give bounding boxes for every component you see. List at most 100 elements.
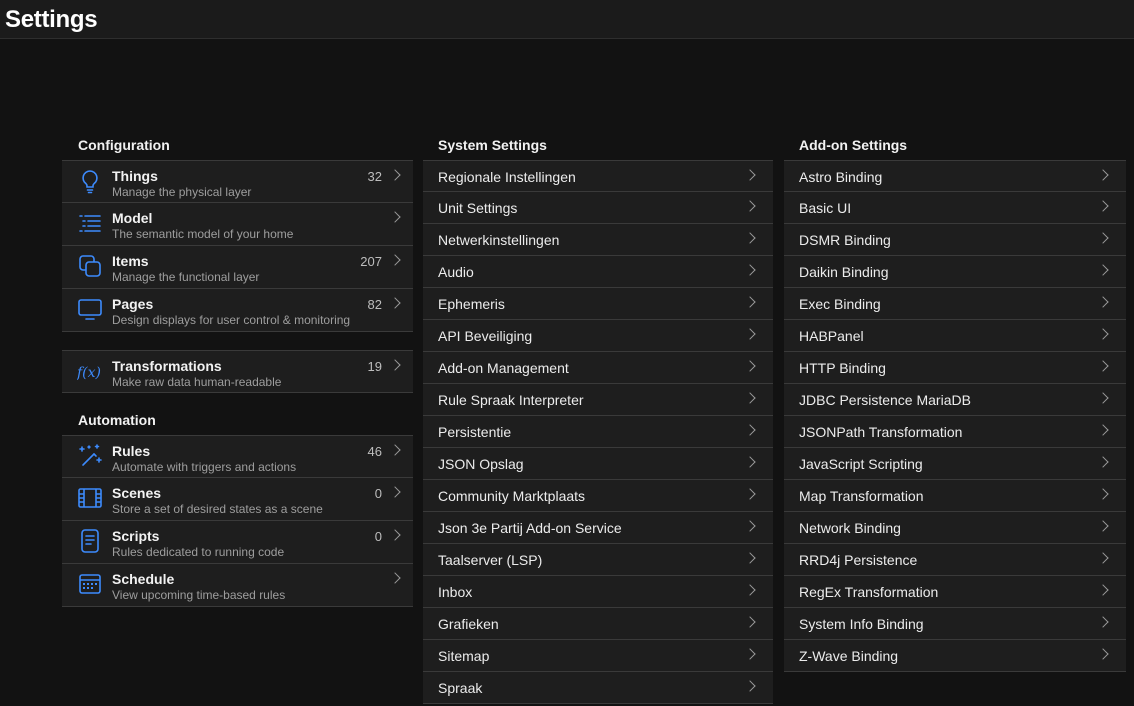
chevron-right-icon bbox=[744, 648, 756, 660]
system-setting-item[interactable]: Ephemeris bbox=[423, 288, 773, 320]
menu-item-items[interactable]: Items Manage the functional layer 207 bbox=[62, 246, 413, 289]
chevron-right-icon bbox=[744, 264, 756, 276]
chevron-right-icon bbox=[1097, 200, 1109, 212]
addon-setting-item[interactable]: HTTP Binding bbox=[784, 352, 1126, 384]
list-item-label: Daikin Binding bbox=[799, 264, 889, 280]
addon-setting-item[interactable]: System Info Binding bbox=[784, 608, 1126, 640]
menu-item-label: Rules bbox=[112, 443, 151, 459]
system-setting-item[interactable]: Taalserver (LSP) bbox=[423, 544, 773, 576]
system-setting-item[interactable]: Regionale Instellingen bbox=[423, 160, 773, 192]
item-count-badge: 32 bbox=[367, 169, 382, 184]
list-item-label: RRD4j Persistence bbox=[799, 552, 918, 568]
list-item-label: Spraak bbox=[438, 680, 483, 696]
square-on-square-icon bbox=[77, 253, 103, 279]
list-item-label: JSONPath Transformation bbox=[799, 424, 963, 440]
menu-item-description: Rules dedicated to running code bbox=[112, 545, 285, 559]
menu-item-description: View upcoming time-based rules bbox=[112, 588, 286, 602]
menu-item-description: Make raw data human-readable bbox=[112, 375, 282, 389]
system-setting-item[interactable]: Add-on Management bbox=[423, 352, 773, 384]
page-title: Settings bbox=[5, 6, 98, 33]
system-setting-item[interactable]: Audio bbox=[423, 256, 773, 288]
addon-setting-item[interactable]: JSONPath Transformation bbox=[784, 416, 1126, 448]
chevron-right-icon bbox=[744, 584, 756, 596]
system-setting-item[interactable]: JSON Opslag bbox=[423, 448, 773, 480]
chevron-right-icon bbox=[744, 456, 756, 468]
chevron-right-icon bbox=[744, 488, 756, 500]
menu-item-description: Manage the functional layer bbox=[112, 270, 260, 284]
system-setting-item[interactable]: API Beveiliging bbox=[423, 320, 773, 352]
chevron-right-icon bbox=[389, 486, 401, 498]
automation-list: Rules Automate with triggers and actions… bbox=[62, 435, 413, 607]
system-setting-item[interactable]: Grafieken bbox=[423, 608, 773, 640]
chevron-right-icon bbox=[1097, 392, 1109, 404]
system-setting-item[interactable]: Rule Spraak Interpreter bbox=[423, 384, 773, 416]
menu-item-label: Schedule bbox=[112, 571, 175, 587]
addon-setting-item[interactable]: JavaScript Scripting bbox=[784, 448, 1126, 480]
addon-setting-item[interactable]: Basic UI bbox=[784, 192, 1126, 224]
title-bar: Settings bbox=[0, 0, 1134, 39]
menu-item-label: Scripts bbox=[112, 528, 160, 544]
chevron-right-icon bbox=[1097, 456, 1109, 468]
list-item-label: Community Marktplaats bbox=[438, 488, 586, 504]
list-item-label: Audio bbox=[438, 264, 474, 280]
lightbulb-icon bbox=[77, 168, 103, 194]
chevron-right-icon bbox=[389, 211, 401, 223]
menu-item-scenes[interactable]: Scenes Store a set of desired states as … bbox=[62, 478, 413, 521]
menu-item-model[interactable]: Model The semantic model of your home bbox=[62, 203, 413, 246]
system-setting-item[interactable]: Persistentie bbox=[423, 416, 773, 448]
system-setting-item[interactable]: Inbox bbox=[423, 576, 773, 608]
chevron-right-icon bbox=[1097, 264, 1109, 276]
system-setting-item[interactable]: Spraak bbox=[423, 672, 773, 704]
automation-section-title: Automation bbox=[78, 412, 156, 428]
system-setting-item[interactable]: Community Marktplaats bbox=[423, 480, 773, 512]
list-item-label: Inbox bbox=[438, 584, 473, 600]
list-item-label: API Beveiliging bbox=[438, 328, 533, 344]
system-setting-item[interactable]: Netwerkinstellingen bbox=[423, 224, 773, 256]
list-item-label: RegEx Transformation bbox=[799, 584, 939, 600]
addon-setting-item[interactable]: HABPanel bbox=[784, 320, 1126, 352]
system-setting-item[interactable]: Json 3e Partij Add-on Service bbox=[423, 512, 773, 544]
list-item-label: System Info Binding bbox=[799, 616, 924, 632]
list-item-label: JavaScript Scripting bbox=[799, 456, 923, 472]
addon-setting-item[interactable]: Astro Binding bbox=[784, 160, 1126, 192]
menu-item-things[interactable]: Things Manage the physical layer 32 bbox=[62, 160, 413, 203]
list-item-label: Json 3e Partij Add-on Service bbox=[438, 520, 622, 536]
function-icon-text: f(x) bbox=[77, 365, 101, 381]
addon-setting-item[interactable]: Daikin Binding bbox=[784, 256, 1126, 288]
list-item-label: JSON Opslag bbox=[438, 456, 524, 472]
addon-setting-item[interactable]: Map Transformation bbox=[784, 480, 1126, 512]
menu-item-description: Manage the physical layer bbox=[112, 185, 252, 199]
addon-setting-item[interactable]: RRD4j Persistence bbox=[784, 544, 1126, 576]
system-setting-item[interactable]: Sitemap bbox=[423, 640, 773, 672]
list-item-label: Basic UI bbox=[799, 200, 852, 216]
addon-setting-item[interactable]: Exec Binding bbox=[784, 288, 1126, 320]
system-setting-item[interactable]: Unit Settings bbox=[423, 192, 773, 224]
addon-setting-item[interactable]: JDBC Persistence MariaDB bbox=[784, 384, 1126, 416]
menu-item-description: Design displays for user control & monit… bbox=[112, 313, 351, 327]
list-tree-icon bbox=[77, 210, 103, 236]
addon-setting-item[interactable]: RegEx Transformation bbox=[784, 576, 1126, 608]
menu-item-description: The semantic model of your home bbox=[112, 227, 294, 241]
menu-item-rules[interactable]: Rules Automate with triggers and actions… bbox=[62, 435, 413, 478]
addon-setting-item[interactable]: Z-Wave Binding bbox=[784, 640, 1126, 672]
menu-item-description: Automate with triggers and actions bbox=[112, 460, 297, 474]
menu-item-pages[interactable]: Pages Design displays for user control &… bbox=[62, 289, 413, 332]
list-item-label: HABPanel bbox=[799, 328, 864, 344]
chevron-right-icon bbox=[744, 169, 756, 181]
menu-item-label: Transformations bbox=[112, 358, 222, 374]
chevron-right-icon bbox=[744, 296, 756, 308]
menu-item-schedule[interactable]: Schedule View upcoming time-based rules bbox=[62, 564, 413, 607]
addon-setting-item[interactable]: DSMR Binding bbox=[784, 224, 1126, 256]
configuration-section-title: Configuration bbox=[78, 137, 170, 153]
chevron-right-icon bbox=[744, 200, 756, 212]
addon-setting-item[interactable]: Network Binding bbox=[784, 512, 1126, 544]
chevron-right-icon bbox=[744, 360, 756, 372]
chevron-right-icon bbox=[389, 254, 401, 266]
list-item-label: Network Binding bbox=[799, 520, 901, 536]
chevron-right-icon bbox=[744, 392, 756, 404]
item-count-badge: 0 bbox=[374, 529, 382, 544]
menu-item-scripts[interactable]: Scripts Rules dedicated to running code … bbox=[62, 521, 413, 564]
menu-item-transformations[interactable]: f(x) Transformations Make raw data human… bbox=[62, 350, 413, 393]
addon-settings-list: Astro Binding Basic UI DSMR Binding Daikin … bbox=[784, 160, 1126, 672]
wand-sparkles-icon bbox=[77, 443, 103, 469]
